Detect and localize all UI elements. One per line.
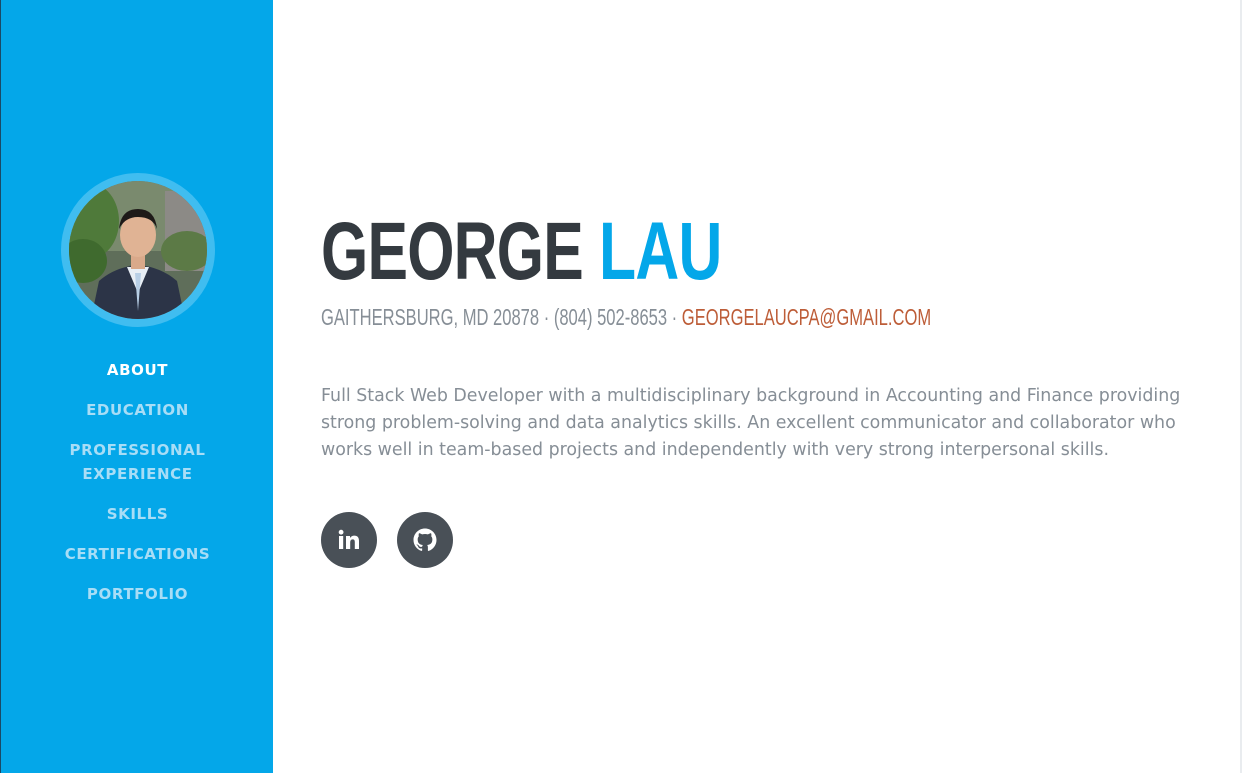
first-name: George: [321, 206, 584, 297]
email-link[interactable]: georgelaucpa@gmail.com: [682, 304, 931, 330]
profile-avatar: [69, 181, 207, 319]
github-icon: [413, 528, 437, 552]
page: About Education Professional Experience …: [0, 0, 1244, 773]
separator: ·: [667, 304, 682, 330]
nav-item-portfolio[interactable]: Portfolio: [1, 582, 274, 606]
phone-text: (804) 502-8653: [553, 304, 668, 330]
nav-item-skills[interactable]: Skills: [1, 502, 274, 526]
contact-line: Gaithersburg, MD 20878 · (804) 502-8653 …: [321, 301, 931, 333]
page-edge-divider: [1240, 0, 1242, 773]
sidebar: About Education Professional Experience …: [0, 0, 273, 773]
github-button[interactable]: [397, 512, 453, 568]
nav-item-certifications[interactable]: Certifications: [1, 542, 274, 566]
profile-avatar-frame: [61, 173, 215, 327]
nav-item-education[interactable]: Education: [1, 398, 274, 422]
last-name: Lau: [599, 206, 722, 297]
nav-item-professional-experience[interactable]: Professional Experience: [1, 438, 274, 486]
profile-name: George Lau: [321, 206, 722, 298]
address-text: Gaithersburg, MD 20878: [321, 304, 540, 330]
sidebar-nav: About Education Professional Experience …: [1, 358, 274, 622]
nav-item-about[interactable]: About: [1, 358, 274, 382]
linkedin-icon: [337, 528, 361, 552]
bio-paragraph: Full Stack Web Developer with a multidis…: [321, 386, 1181, 460]
separator: ·: [539, 304, 554, 330]
linkedin-button[interactable]: [321, 512, 377, 568]
main-content: George Lau Gaithersburg, MD 20878 · (804…: [273, 0, 1242, 773]
